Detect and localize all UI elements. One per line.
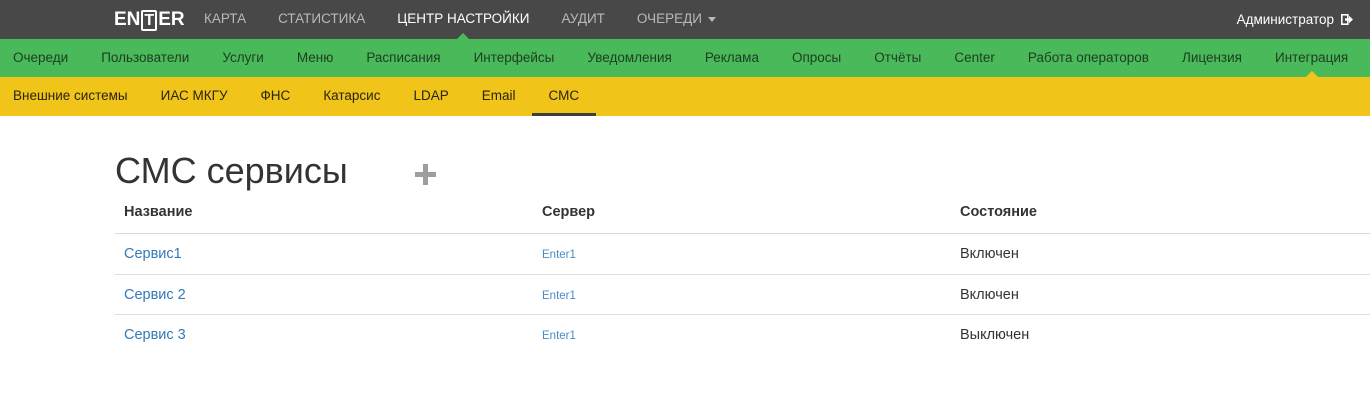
logo-part-3: ER <box>158 9 185 30</box>
settings-tab-services[interactable]: Услуги <box>206 39 281 77</box>
integration-tab-ias-mkgu[interactable]: ИАС МКГУ <box>144 77 244 116</box>
settings-tab-label: Пользователи <box>101 50 190 65</box>
settings-tab-ads[interactable]: Реклама <box>688 39 775 77</box>
column-header-server[interactable]: Сервер <box>533 192 951 233</box>
nav-statistics[interactable]: СТАТИСТИКА <box>262 0 381 39</box>
integration-tab-label: Внешние системы <box>13 88 128 103</box>
service-name-link[interactable]: Сервис1 <box>115 234 533 274</box>
settings-tab-label: Интеграция <box>1274 50 1349 65</box>
settings-tab-label: Расписания <box>366 50 441 65</box>
logo-part-1: EN <box>114 9 141 30</box>
integration-tab-label: Катарсис <box>323 88 381 103</box>
service-state: Включен <box>960 246 1019 262</box>
table-row: Сервис 2 Enter1 Включен <box>115 275 1370 315</box>
integration-tab-label: ФНС <box>260 88 291 103</box>
integration-tab-katarsis[interactable]: Катарсис <box>307 77 397 116</box>
server-link[interactable]: Enter1 <box>533 315 951 356</box>
settings-tab-label: Отчёты <box>874 50 922 65</box>
service-state: Включен <box>960 286 1019 303</box>
main-menu: КАРТА СТАТИСТИКА ЦЕНТР НАСТРОЙКИ АУДИТ О… <box>188 0 732 39</box>
nav-queues-label: ОЧЕРЕДИ <box>636 11 702 26</box>
sms-services-table: Название Сервер Состояние Сервис1 Enter1… <box>115 192 1370 356</box>
integration-tab-email[interactable]: Email <box>465 77 532 116</box>
plus-icon[interactable] <box>414 163 438 187</box>
settings-tab-label: Реклама <box>704 50 759 65</box>
service-name-link[interactable]: Сервис 3 <box>115 315 533 356</box>
nav-map[interactable]: КАРТА <box>188 0 262 39</box>
user-menu[interactable]: Администратор <box>1237 0 1353 39</box>
integration-tab-sms[interactable]: СМС <box>532 77 596 116</box>
settings-tab-label: Лицензия <box>1181 50 1242 65</box>
settings-tab-label: Уведомления <box>587 50 672 65</box>
logo-part-2: T <box>141 9 158 31</box>
settings-tab-notifications[interactable]: Уведомления <box>571 39 688 77</box>
enter-logo[interactable]: EN T ER <box>114 9 185 31</box>
service-name-link[interactable]: Сервис 2 <box>115 275 533 315</box>
nav-audit-label: АУДИТ <box>561 11 605 26</box>
integration-tab-label: СМС <box>548 88 580 103</box>
settings-tab-schedules[interactable]: Расписания <box>350 39 457 77</box>
service-state: Выключен <box>960 327 1030 343</box>
nav-settings-center-label: ЦЕНТР НАСТРОЙКИ <box>397 11 530 26</box>
settings-tab-label: Опросы <box>791 50 842 65</box>
integration-tab-label: ИАС МКГУ <box>160 88 228 103</box>
integration-tab-ldap[interactable]: LDAP <box>397 77 465 116</box>
settings-tab-center[interactable]: Center <box>938 39 1012 77</box>
settings-tab-label: Center <box>954 50 995 65</box>
settings-navbar: Очереди Пользователи Услуги Меню Расписа… <box>0 39 1370 77</box>
settings-tab-surveys[interactable]: Опросы <box>775 39 857 77</box>
settings-tab-label: Интерфейсы <box>473 50 555 65</box>
integration-tab-external-systems[interactable]: Внешние системы <box>0 77 144 116</box>
integration-tab-label: Email <box>481 88 516 103</box>
nav-queues-dropdown[interactable]: ОЧЕРЕДИ <box>621 0 732 39</box>
nav-map-label: КАРТА <box>204 11 247 26</box>
page-title: СМС сервисы <box>115 150 348 191</box>
settings-tab-label: Очереди <box>13 50 69 65</box>
nav-statistics-label: СТАТИСТИКА <box>278 11 366 26</box>
table-row: Сервис 3 Enter1 Выключен <box>115 315 1370 356</box>
integration-tab-fns[interactable]: ФНС <box>244 77 307 116</box>
settings-tab-license[interactable]: Лицензия <box>1165 39 1258 77</box>
nav-audit[interactable]: АУДИТ <box>545 0 620 39</box>
nav-settings-center[interactable]: ЦЕНТР НАСТРОЙКИ <box>381 0 545 39</box>
settings-tab-menu[interactable]: Меню <box>280 39 350 77</box>
column-header-state[interactable]: Состояние <box>951 192 1370 233</box>
user-name: Администратор <box>1236 12 1334 27</box>
table-row: Сервис1 Enter1 Включен <box>115 234 1370 275</box>
settings-tab-label: Работа операторов <box>1027 50 1149 65</box>
integration-tab-label: LDAP <box>413 88 449 103</box>
settings-tab-interfaces[interactable]: Интерфейсы <box>457 39 571 77</box>
top-navbar: EN T ER КАРТА СТАТИСТИКА ЦЕНТР НАСТРОЙКИ А… <box>0 0 1370 39</box>
settings-tab-label: Меню <box>296 50 334 65</box>
integration-navbar: Внешние системы ИАС МКГУ ФНС Катарсис LD… <box>0 77 1370 116</box>
settings-tab-reports[interactable]: Отчёты <box>858 39 938 77</box>
settings-tab-queues[interactable]: Очереди <box>0 39 85 77</box>
server-link[interactable]: Enter1 <box>533 275 951 315</box>
settings-tab-users[interactable]: Пользователи <box>85 39 206 77</box>
settings-tab-operators-work[interactable]: Работа операторов <box>1011 39 1165 77</box>
column-header-name[interactable]: Название <box>115 192 533 233</box>
server-link[interactable]: Enter1 <box>533 234 951 274</box>
settings-tab-integration[interactable]: Интеграция <box>1258 39 1364 77</box>
caret-down-icon <box>707 16 716 22</box>
logout-icon[interactable] <box>1341 14 1353 25</box>
table-header: Название Сервер Состояние <box>115 192 1370 234</box>
settings-tab-label: Услуги <box>222 50 264 65</box>
